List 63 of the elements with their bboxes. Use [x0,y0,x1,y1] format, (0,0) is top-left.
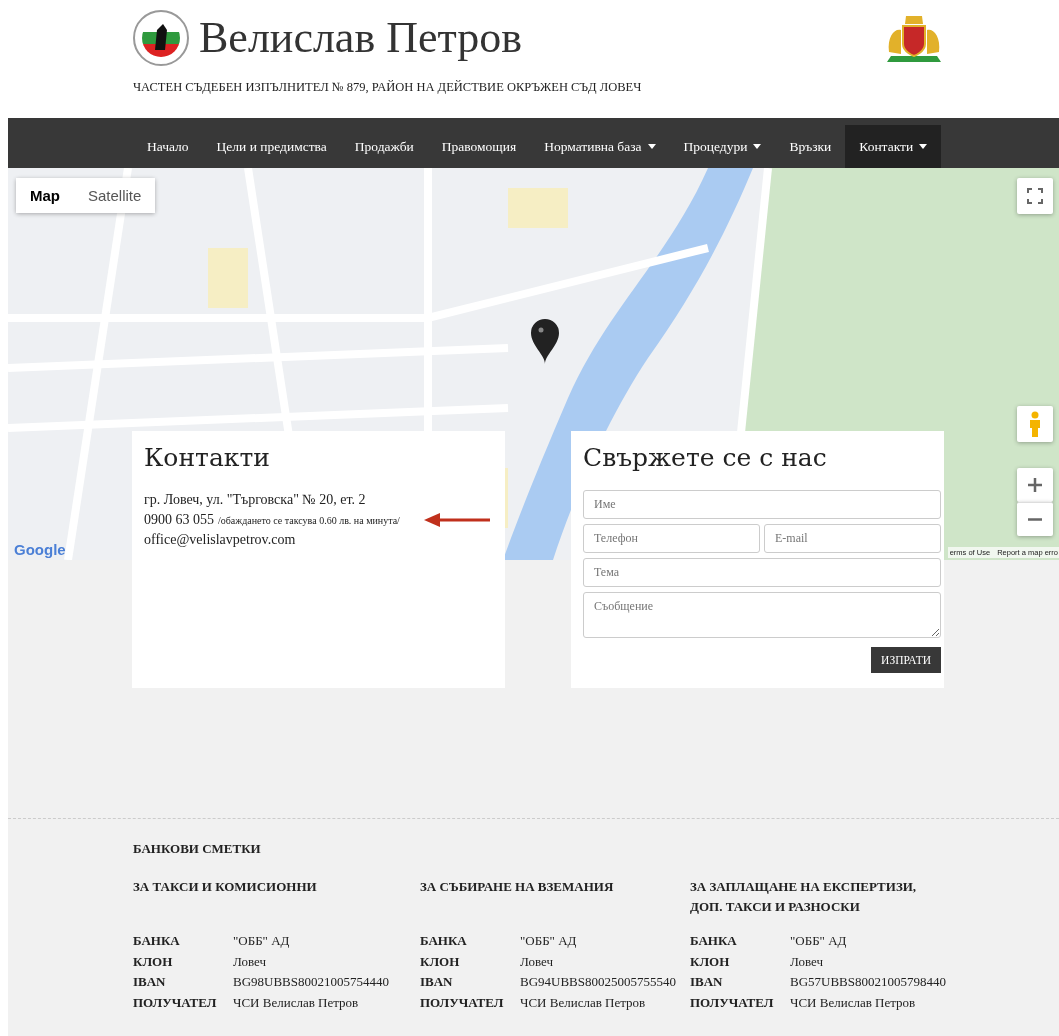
input-field[interactable]: Тема [583,558,941,587]
map-view-tab[interactable]: Map [16,178,74,213]
site-subtitle: ЧАСТЕН СЪДЕБЕН ИЗПЪЛНИТЕЛ № 879, РАЙОН НА ДЕЙСТВИЕ ОКРЪЖЕН СЪД ЛОВЕЧ [133,80,642,95]
field-label: ПОЛУЧАТЕЛ [133,993,218,1012]
left-arrow-icon [423,513,490,527]
field-label: ПОЛУЧАТЕЛ [690,993,775,1012]
account-heading: ЗА СЪБИРАНЕ НА ВЗЕМАНИЯ [420,878,615,896]
field-label: КЛОН [420,952,461,971]
nav-item[interactable]: Начало [133,125,203,168]
input-field[interactable]: Телефон [583,524,760,553]
plus-icon [1028,478,1042,492]
nav-item[interactable]: Правомощия [427,125,531,168]
field-label: БАНКА [420,932,468,950]
address-text: гр. Ловеч, ул. "Търговска" № 20, ет. 2 [144,491,367,509]
field-value: Ловеч [520,952,554,971]
nav-item[interactable]: Контакти [845,125,942,168]
message-field[interactable]: Съобщение [583,592,941,638]
zoom-out-button[interactable] [1017,502,1053,536]
field-label: IBAN [133,973,167,991]
person-icon [1028,411,1042,437]
field-value: BG98UBBS80021005754440 [233,973,390,991]
field-label: КЛОН [133,952,174,971]
field-label: БАНКА [133,932,181,950]
field-label: IBAN [420,973,454,991]
phone-note: /обаждането се таксува 0.60 лв. на минута/ [218,514,400,526]
contacts-heading: Контакти [144,443,271,472]
nav-item[interactable]: Връзки [775,125,846,168]
field-value: BG57UBBS80021005798440 [790,973,947,991]
field-label: ПОЛУЧАТЕЛ [420,993,505,1012]
account-heading: ЗА ТАКСИ И КОМИСИОННИ [133,878,318,896]
nav-item[interactable]: Продажби [340,125,428,168]
account-heading: ЗА ЗАПЛАЩАНЕ НА ЕКСПЕРТИЗИ, ДОП. ТАКСИ И РАЗНОСКИ [690,878,918,916]
fullscreen-icon [1027,188,1043,204]
input-field[interactable]: E-mail [764,524,941,553]
fullscreen-button[interactable] [1017,178,1053,214]
field-label: IBAN [690,973,724,991]
field-value: "ОББ" АД [520,932,577,950]
email-text: office@velislavpetrov.com [144,531,297,549]
field-value: "ОББ" АД [233,932,290,950]
field-label: КЛОН [690,952,731,971]
submit-button[interactable]: ИЗПРАТИ [871,647,941,673]
field-value: BG94UBBS80025005755540 [520,973,677,991]
field-value: Ловеч [790,952,824,971]
nav-item[interactable]: Нормативна база [530,125,670,168]
field-value: ЧСИ Велислав Петров [233,993,359,1012]
bank-accounts-heading: БАНКОВИ СМЕТКИ [133,841,262,857]
field-label: БАНКА [690,932,738,950]
zoom-in-button[interactable] [1017,468,1053,502]
map-pin-icon [530,318,560,364]
field-value: ЧСИ Велислав Петров [520,993,646,1012]
field-value: "ОББ" АД [790,932,847,950]
field-value: ЧСИ Велислав Петров [790,993,916,1012]
nav-item[interactable]: Процедури [669,125,776,168]
map-attribution: Google [14,541,66,558]
nav-item[interactable]: Цели и предимства [202,125,341,168]
contact-form-heading: Свържете се с нас [583,443,828,472]
input-field[interactable]: Име [583,490,941,519]
emblem-logo-icon [133,10,189,66]
site-title: Велислав Петров [199,12,523,64]
map-view-tab[interactable]: Satellite [74,178,156,213]
phone-number: 0900 63 055 [144,511,214,529]
minus-icon [1028,518,1042,521]
field-value: Ловеч [233,952,267,971]
